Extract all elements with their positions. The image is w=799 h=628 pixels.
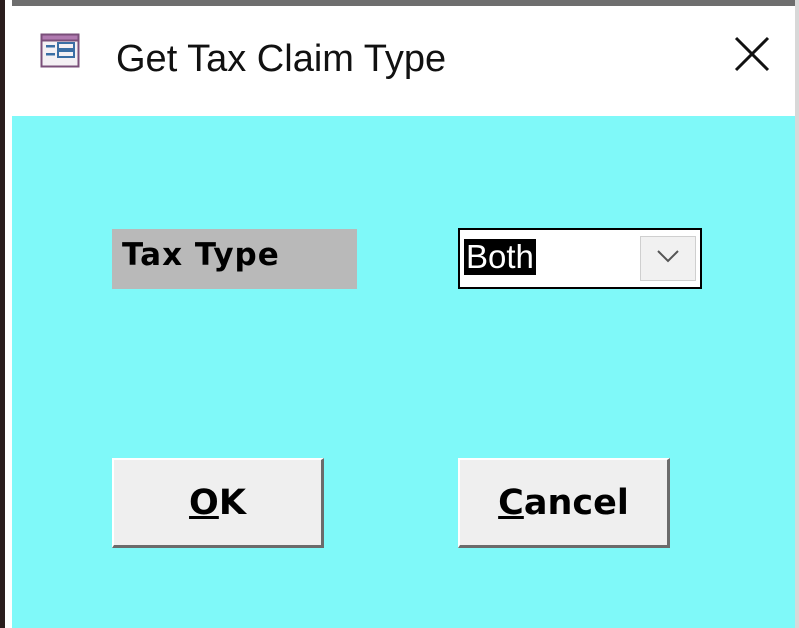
chevron-down-icon — [656, 249, 680, 268]
ok-label-rest: K — [218, 482, 246, 523]
ok-button[interactable]: OK — [112, 458, 324, 548]
window-right-border — [795, 0, 799, 628]
close-icon — [732, 34, 772, 79]
cancel-label-rest: ancel — [523, 482, 629, 523]
ok-button-label: OK — [189, 483, 246, 523]
tax-type-selected-value[interactable]: Both — [464, 239, 536, 275]
form-icon — [40, 31, 80, 71]
tax-type-label: Tax Type — [112, 229, 357, 289]
title-bar[interactable]: Get Tax Claim Type — [12, 6, 795, 116]
dialog-window: Get Tax Claim Type Tax Type Both OK Canc… — [0, 0, 799, 628]
tax-type-dropdown-button[interactable] — [640, 236, 696, 281]
cancel-mnemonic: C — [498, 482, 524, 523]
tax-type-combobox[interactable]: Both — [458, 228, 702, 289]
ok-mnemonic: O — [189, 482, 219, 523]
cancel-button[interactable]: Cancel — [458, 458, 670, 548]
dialog-body: Tax Type Both OK Cancel — [12, 116, 795, 628]
window-title: Get Tax Claim Type — [116, 38, 447, 80]
cancel-button-label: Cancel — [498, 483, 629, 523]
window-left-border — [0, 0, 12, 628]
close-button[interactable] — [730, 34, 774, 78]
